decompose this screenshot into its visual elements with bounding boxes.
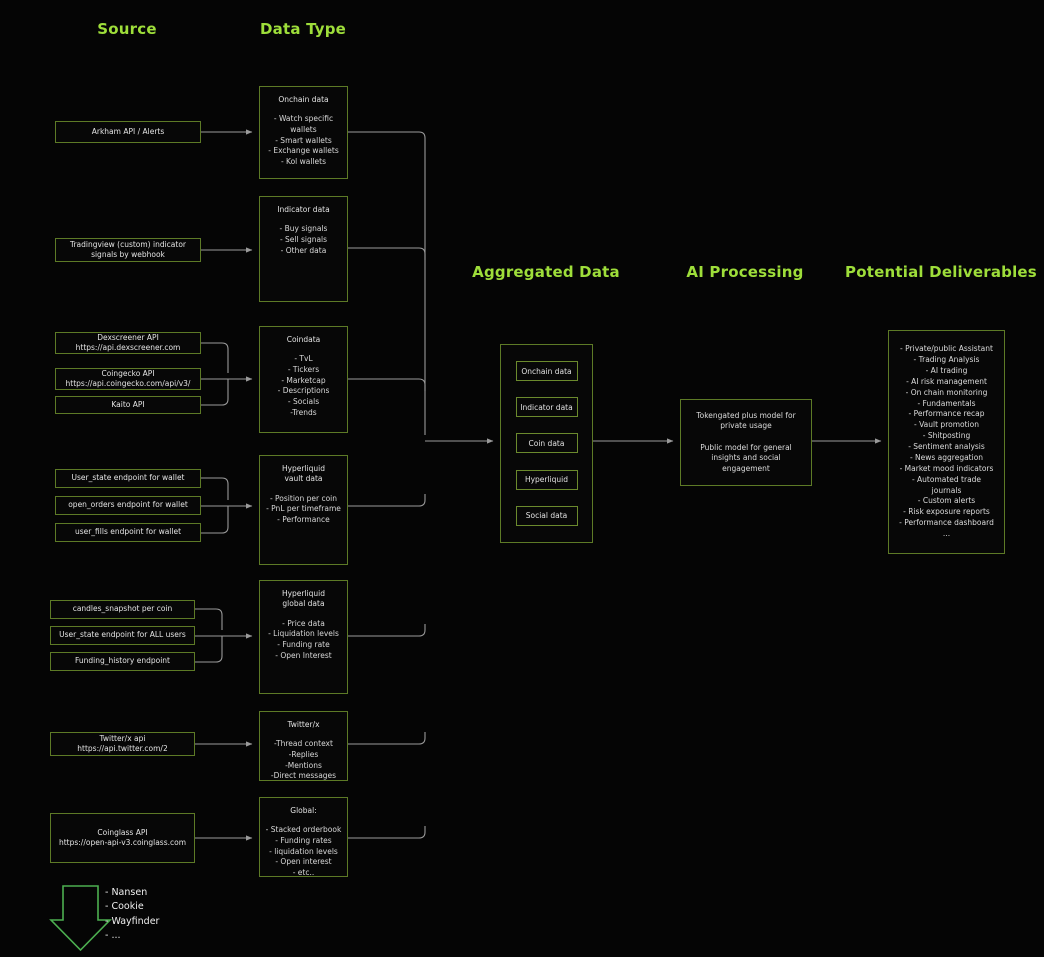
source-node-kaito[interactable]: Kaito API — [55, 396, 201, 414]
source-node-label: Funding_history endpoint — [75, 656, 170, 666]
datatype-title: Indicator data — [277, 205, 330, 214]
ai-processing-line-private: Tokengated plus model for private usage — [696, 410, 796, 431]
source-node-user-fills-wallet[interactable]: user_fills endpoint for wallet — [55, 523, 201, 542]
aggregated-chip-indicator-data[interactable]: Indicator data — [515, 397, 578, 418]
datatype-title: Hyperliquid vault data — [281, 464, 326, 484]
diagram-canvas: Source Data Type Aggregated Data AI Proc… — [0, 0, 1044, 957]
source-node-label: Dexscreener API https://api.dexscreener.… — [75, 332, 181, 352]
ai-processing-box[interactable]: Tokengated plus model for private usage … — [680, 399, 812, 486]
chip-label: Hyperliquid — [524, 475, 569, 485]
column-title-aggregated-data: Aggregated Data — [472, 263, 620, 281]
aggregated-chip-coin-data[interactable]: Coin data — [515, 433, 578, 454]
legend-additional-sources: - Nansen - Cookie - Wayfinder - ... — [105, 887, 160, 942]
datatype-title: Onchain data — [278, 95, 329, 104]
aggregated-chip-hyperliquid[interactable]: Hyperliquid — [515, 469, 578, 490]
column-title-potential-deliverables: Potential Deliverables — [845, 263, 1037, 281]
ai-processing-line-public: Public model for general insights and so… — [700, 442, 792, 473]
source-node-coinglass-api[interactable]: Coinglass API https://open-api-v3.coingl… — [50, 813, 195, 863]
datatype-bullets: - Stacked orderbook - Funding rates - li… — [265, 825, 342, 877]
datatype-node-coindata[interactable]: Coindata - TvL - Tickers - Marketcap - D… — [259, 326, 348, 433]
datatype-node-hyperliquid-global-data[interactable]: Hyperliquid global data - Price data - L… — [259, 580, 348, 694]
datatype-node-global[interactable]: Global: - Stacked orderbook - Funding ra… — [259, 797, 348, 877]
potential-deliverables-box[interactable]: - Private/public Assistant - Trading Ana… — [888, 330, 1005, 554]
chip-label: Indicator data — [520, 402, 573, 412]
source-node-open-orders-wallet[interactable]: open_orders endpoint for wallet — [55, 496, 201, 515]
source-node-tradingview[interactable]: Tradingview (custom) indicator signals b… — [55, 238, 201, 262]
datatype-node-hyperliquid-vault-data[interactable]: Hyperliquid vault data - Position per co… — [259, 455, 348, 565]
chip-label: Onchain data — [521, 366, 572, 376]
datatype-title: Coindata — [286, 335, 321, 344]
source-node-funding-history[interactable]: Funding_history endpoint — [50, 652, 195, 671]
column-title-data-type: Data Type — [259, 20, 347, 38]
source-node-label: Arkham API / Alerts — [91, 126, 165, 136]
column-title-ai-processing: AI Processing — [686, 263, 804, 281]
source-node-user-state-wallet[interactable]: User_state endpoint for wallet — [55, 469, 201, 488]
source-node-label: Twitter/x api https://api.twitter.com/2 — [77, 733, 168, 753]
datatype-bullets: -Thread context -Replies -Mentions -Dire… — [270, 739, 337, 781]
source-node-label: Tradingview (custom) indicator signals b… — [69, 239, 187, 259]
source-node-label: User_state endpoint for ALL users — [59, 630, 186, 640]
datatype-bullets: - Watch specific wallets - Smart wallets… — [268, 114, 339, 166]
source-node-user-state-all-users[interactable]: User_state endpoint for ALL users — [50, 626, 195, 645]
source-node-label: Coinglass API https://open-api-v3.coingl… — [58, 827, 187, 847]
chip-label: Coin data — [528, 438, 565, 448]
datatype-bullets: - TvL - Tickers - Marketcap - Descriptio… — [277, 354, 330, 417]
source-node-dexscreener[interactable]: Dexscreener API https://api.dexscreener.… — [55, 332, 201, 354]
datatype-bullets: - Position per coin - PnL per timeframe … — [266, 493, 341, 524]
source-node-twitter-api[interactable]: Twitter/x api https://api.twitter.com/2 — [50, 732, 195, 756]
chip-label: Social data — [525, 511, 568, 521]
source-node-candles-snapshot[interactable]: candles_snapshot per coin — [50, 600, 195, 619]
source-node-coingecko[interactable]: Coingecko API https://api.coingecko.com/… — [55, 368, 201, 390]
datatype-node-onchain-data[interactable]: Onchain data - Watch specific wallets - … — [259, 86, 348, 179]
down-arrow-icon — [49, 885, 112, 952]
source-node-label: candles_snapshot per coin — [72, 604, 173, 614]
source-node-label: open_orders endpoint for wallet — [68, 500, 188, 510]
column-title-source: Source — [97, 20, 157, 38]
source-node-arkham[interactable]: Arkham API / Alerts — [55, 121, 201, 143]
datatype-title: Global: — [290, 806, 317, 815]
datatype-bullets: - Buy signals - Sell signals - Other dat… — [279, 224, 328, 255]
datatype-title: Hyperliquid global data — [281, 589, 326, 609]
datatype-bullets: - Price data - Liquidation levels - Fund… — [268, 618, 339, 660]
deliverables-list: - Private/public Assistant - Trading Ana… — [899, 344, 994, 538]
source-node-label: Kaito API — [111, 399, 145, 409]
source-node-label: User_state endpoint for wallet — [71, 473, 185, 483]
aggregated-data-box: Onchain data Indicator data Coin data Hy… — [500, 344, 593, 543]
datatype-title: Twitter/x — [287, 720, 320, 729]
aggregated-chip-social-data[interactable]: Social data — [515, 505, 578, 526]
datatype-node-indicator-data[interactable]: Indicator data - Buy signals - Sell sign… — [259, 196, 348, 302]
source-node-label: user_fills endpoint for wallet — [74, 527, 182, 537]
aggregated-chip-onchain-data[interactable]: Onchain data — [515, 361, 578, 382]
datatype-node-twitter-x[interactable]: Twitter/x -Thread context -Replies -Ment… — [259, 711, 348, 781]
source-node-label: Coingecko API https://api.coingecko.com/… — [65, 368, 191, 388]
